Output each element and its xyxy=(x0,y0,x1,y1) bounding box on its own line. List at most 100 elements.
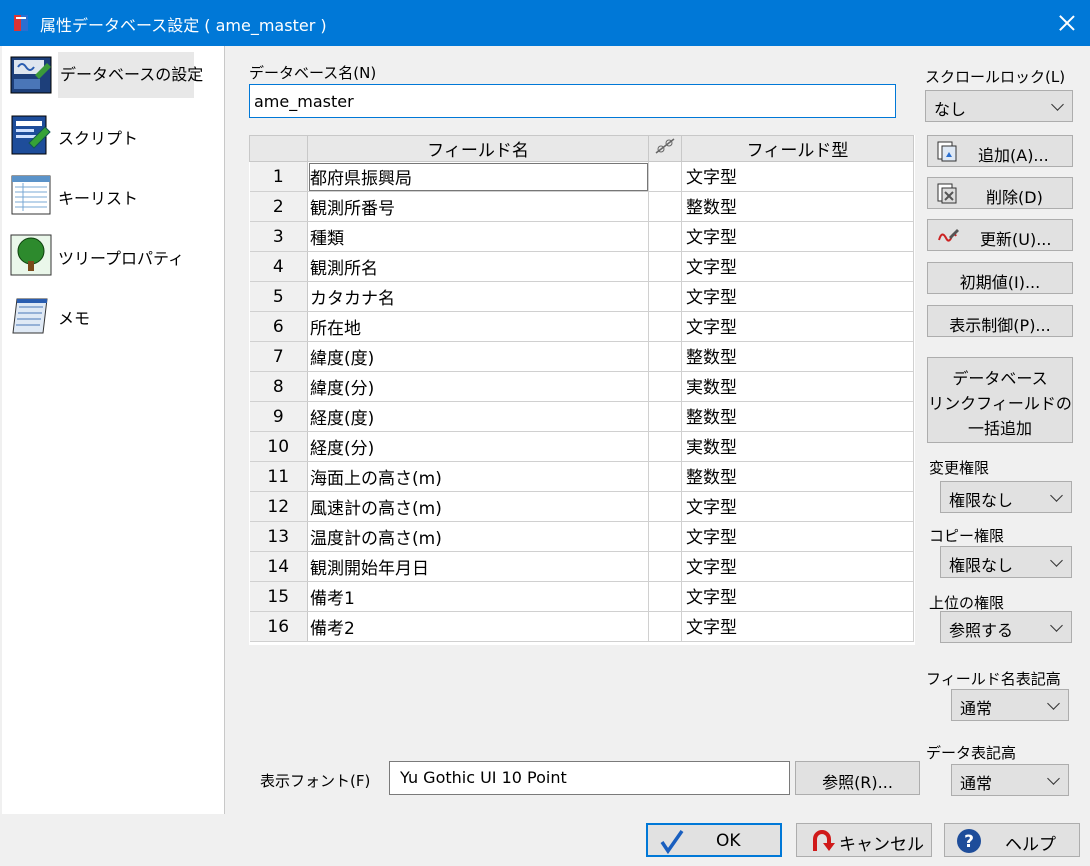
link-cell[interactable] xyxy=(648,491,682,522)
field-name-cell[interactable]: 温度計の高さ(m) xyxy=(307,521,649,552)
table-row[interactable]: 4 観測所名 文字型 xyxy=(249,251,914,282)
help-icon: ? xyxy=(957,829,981,853)
field-name-cell[interactable]: 風速計の高さ(m) xyxy=(307,491,649,522)
sidebar-item-database-settings[interactable]: データベースの設定 xyxy=(6,50,220,102)
cancel-button[interactable]: キャンセル xyxy=(796,823,932,857)
link-cell[interactable] xyxy=(648,551,682,582)
field-name-cell[interactable]: 観測開始年月日 xyxy=(307,551,649,582)
sidebar-item-memo[interactable]: メモ xyxy=(6,290,220,342)
field-type-cell[interactable]: 整数型 xyxy=(681,461,914,492)
ok-button[interactable]: OK xyxy=(646,823,782,857)
link-field-bulk-add-button[interactable]: データベース リンクフィールドの 一括追加 xyxy=(927,357,1073,443)
link-cell[interactable] xyxy=(648,191,682,222)
initial-value-button[interactable]: 初期値(I)... xyxy=(927,262,1073,294)
link-cell[interactable] xyxy=(648,251,682,282)
link-cell[interactable] xyxy=(648,521,682,552)
table-row[interactable]: 16 備考2 文字型 xyxy=(249,611,914,642)
field-type-cell[interactable]: 整数型 xyxy=(681,191,914,222)
sidebar-item-tree-properties[interactable]: ツリープロパティ xyxy=(6,230,220,282)
field-name-column-header[interactable]: フィールド名 xyxy=(307,135,649,162)
link-cell[interactable] xyxy=(648,221,682,252)
update-button[interactable]: 更新(U)... xyxy=(927,219,1073,251)
field-name-cell[interactable]: 所在地 xyxy=(307,311,649,342)
table-row[interactable]: 14 観測開始年月日 文字型 xyxy=(249,551,914,582)
table-row[interactable]: 2 観測所番号 整数型 xyxy=(249,191,914,222)
sidebar-item-key-list[interactable]: キーリスト xyxy=(6,170,220,222)
table-row[interactable]: 12 風速計の高さ(m) 文字型 xyxy=(249,491,914,522)
change-permission-select[interactable]: 権限なし xyxy=(940,481,1072,513)
field-name-cell[interactable]: 備考2 xyxy=(307,611,649,642)
field-name-cell[interactable]: 経度(度) xyxy=(307,401,649,432)
link-cell[interactable] xyxy=(648,461,682,492)
table-row[interactable]: 13 温度計の高さ(m) 文字型 xyxy=(249,521,914,552)
table-row[interactable]: 6 所在地 文字型 xyxy=(249,311,914,342)
link-cell[interactable] xyxy=(648,431,682,462)
field-type-cell[interactable]: 文字型 xyxy=(681,161,914,192)
table-row[interactable]: 1 都府県振興局 文字型 xyxy=(249,161,914,192)
display-control-button[interactable]: 表示制御(P)... xyxy=(927,305,1073,337)
field-type-cell[interactable]: 実数型 xyxy=(681,371,914,402)
field-type-cell[interactable]: 文字型 xyxy=(681,611,914,642)
field-name-cell[interactable]: 備考1 xyxy=(307,581,649,612)
field-type-cell[interactable]: 文字型 xyxy=(681,221,914,252)
link-cell[interactable] xyxy=(648,581,682,612)
field-type-cell[interactable]: 文字型 xyxy=(681,311,914,342)
table-row[interactable]: 11 海面上の高さ(m) 整数型 xyxy=(249,461,914,492)
table-row[interactable]: 8 緯度(分) 実数型 xyxy=(249,371,914,402)
field-name-cell[interactable]: 緯度(分) xyxy=(307,371,649,402)
table-row[interactable]: 5 カタカナ名 文字型 xyxy=(249,281,914,312)
field-name-cell[interactable]: カタカナ名 xyxy=(307,281,649,312)
field-grid[interactable]: フィールド名 フィールド型 1 都府県振興局 文字型 2 観測所番号 整数型 3 種類 文字型 4… xyxy=(249,135,915,645)
footer: OK キャンセル ? ヘルプ xyxy=(0,814,1090,866)
delete-field-icon xyxy=(937,183,957,204)
table-row[interactable]: 3 種類 文字型 xyxy=(249,221,914,252)
link-cell[interactable] xyxy=(648,371,682,402)
add-button[interactable]: 追加(A)... xyxy=(927,135,1073,167)
table-row[interactable]: 10 経度(分) 実数型 xyxy=(249,431,914,462)
field-name-cell[interactable]: 経度(分) xyxy=(307,431,649,462)
field-name-cell[interactable]: 都府県振興局 xyxy=(307,161,649,192)
link-cell[interactable] xyxy=(648,341,682,372)
window-title: 属性データベース設定 ( ame_master ) xyxy=(40,16,327,35)
link-column-header[interactable] xyxy=(648,135,682,162)
field-type-cell[interactable]: 文字型 xyxy=(681,551,914,582)
field-type-cell[interactable]: 文字型 xyxy=(681,521,914,552)
link-cell[interactable] xyxy=(648,281,682,312)
field-name-cell[interactable]: 緯度(度) xyxy=(307,341,649,372)
field-name-cell[interactable]: 観測所番号 xyxy=(307,191,649,222)
parent-permission-select[interactable]: 参照する xyxy=(940,611,1072,643)
sidebar-item-script[interactable]: スクリプト xyxy=(6,110,220,162)
scroll-lock-value: なし xyxy=(934,100,967,119)
help-button[interactable]: ? ヘルプ xyxy=(944,823,1080,857)
table-row[interactable]: 9 経度(度) 整数型 xyxy=(249,401,914,432)
field-type-cell[interactable]: 実数型 xyxy=(681,431,914,462)
field-name-cell[interactable]: 観測所名 xyxy=(307,251,649,282)
field-type-cell[interactable]: 文字型 xyxy=(681,491,914,522)
copy-permission-select[interactable]: 権限なし xyxy=(940,546,1072,578)
row-number: 7 xyxy=(249,341,308,372)
field-type-cell[interactable]: 整数型 xyxy=(681,341,914,372)
fieldname-height-select[interactable]: 通常 xyxy=(951,689,1069,721)
sidebar-item-label: ツリープロパティ xyxy=(58,249,185,268)
link-cell[interactable] xyxy=(648,611,682,642)
row-number: 6 xyxy=(249,311,308,342)
link-cell[interactable] xyxy=(648,401,682,432)
field-name-cell[interactable]: 海面上の高さ(m) xyxy=(307,461,649,492)
browse-font-button[interactable]: 参照(R)... xyxy=(795,761,920,795)
field-type-cell[interactable]: 文字型 xyxy=(681,251,914,282)
data-height-select[interactable]: 通常 xyxy=(951,764,1069,796)
link-cell[interactable] xyxy=(648,161,682,192)
dbname-input[interactable] xyxy=(249,84,896,118)
field-type-column-header[interactable]: フィールド型 xyxy=(681,135,914,162)
field-type-cell[interactable]: 文字型 xyxy=(681,281,914,312)
field-name-cell[interactable]: 種類 xyxy=(307,221,649,252)
scroll-lock-select[interactable]: なし xyxy=(925,90,1073,122)
field-type-cell[interactable]: 整数型 xyxy=(681,401,914,432)
delete-button[interactable]: 削除(D) xyxy=(927,177,1073,209)
link-cell[interactable] xyxy=(648,311,682,342)
checkmark-icon xyxy=(660,829,684,855)
table-row[interactable]: 15 備考1 文字型 xyxy=(249,581,914,612)
close-button[interactable] xyxy=(1052,9,1082,37)
table-row[interactable]: 7 緯度(度) 整数型 xyxy=(249,341,914,372)
field-type-cell[interactable]: 文字型 xyxy=(681,581,914,612)
